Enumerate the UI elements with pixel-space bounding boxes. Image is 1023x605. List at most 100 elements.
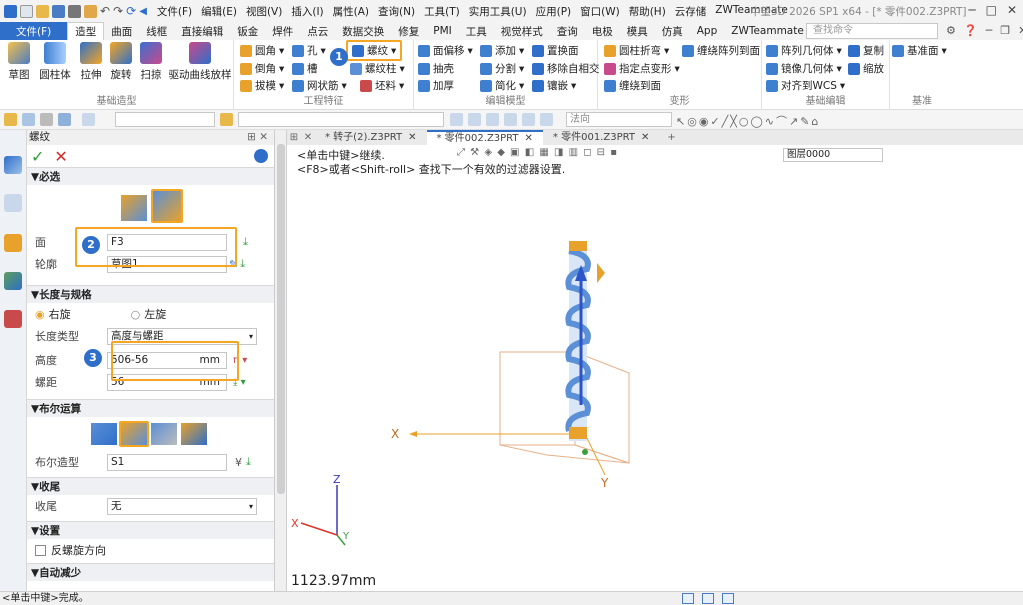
section-auto[interactable]: ▼ 自动减少 xyxy=(27,563,274,581)
assembly-icon[interactable] xyxy=(4,194,22,212)
tab-weldment[interactable]: 焊件 xyxy=(265,22,300,40)
menu-window[interactable]: 窗口(W) xyxy=(580,4,620,19)
tab-sheetmetal[interactable]: 钣金 xyxy=(230,22,265,40)
view-manager-icon[interactable] xyxy=(4,234,22,252)
new-file-icon[interactable] xyxy=(20,4,33,18)
minimize-ribbon-icon[interactable]: ─ xyxy=(986,24,993,37)
tab-surface[interactable]: 曲面 xyxy=(104,22,139,40)
tab-data-exchange[interactable]: 数据交换 xyxy=(335,22,391,40)
menu-attribute[interactable]: 属性(A) xyxy=(333,4,369,19)
status-icon-3[interactable] xyxy=(722,593,734,604)
section-settings[interactable]: ▼ 设置 xyxy=(27,521,274,539)
menu-file[interactable]: 文件(F) xyxy=(157,4,192,19)
redo-icon[interactable]: ↷ xyxy=(113,4,123,18)
scale-button[interactable]: 缩放 xyxy=(848,61,884,76)
tab-app[interactable]: App xyxy=(690,22,725,40)
info-icon[interactable] xyxy=(254,149,268,163)
filter-icon[interactable] xyxy=(220,113,233,126)
menu-tools[interactable]: 工具(T) xyxy=(424,4,460,19)
menu-application[interactable]: 应用(P) xyxy=(536,4,572,19)
boolean-chevron-icon[interactable]: ¥ xyxy=(235,456,242,469)
filter-combo-1[interactable] xyxy=(115,112,215,127)
tab-file[interactable]: 文件(F) xyxy=(0,22,68,40)
boolean-pick-icon[interactable]: ⤓ xyxy=(246,455,251,469)
point-deform-button[interactable]: 指定点变形 ▾ xyxy=(604,61,680,76)
stock-button[interactable]: 坯料 ▾ xyxy=(360,78,404,93)
doc-tab-part001[interactable]: * 零件001.Z3PRT ✕ xyxy=(543,130,659,145)
tab-wireframe[interactable]: 线框 xyxy=(139,22,174,40)
thicken-button[interactable]: 加厚 xyxy=(418,78,454,93)
snap-icon-1[interactable] xyxy=(450,113,463,126)
snap-icon-5[interactable] xyxy=(522,113,535,126)
cylinder-button[interactable]: 圆柱体 xyxy=(36,42,74,82)
sketch-button[interactable]: 草图 xyxy=(4,42,34,82)
snap-icon-3[interactable] xyxy=(486,113,499,126)
tab-pointcloud[interactable]: 点云 xyxy=(300,22,335,40)
end-select[interactable]: 无 ▾ xyxy=(107,497,257,515)
menu-query[interactable]: 查询(N) xyxy=(378,4,415,19)
face-pick-icon[interactable]: ⤓ xyxy=(243,235,248,249)
tab-query[interactable]: 查询 xyxy=(550,22,585,40)
snap-icon-6[interactable] xyxy=(540,113,553,126)
copy-button[interactable]: 复制 xyxy=(848,43,884,58)
slot-button[interactable]: 槽 xyxy=(292,61,318,76)
boolean-remove-icon[interactable] xyxy=(151,423,177,445)
gear-filter-icon[interactable] xyxy=(82,113,95,126)
menu-insert[interactable]: 插入(I) xyxy=(291,4,323,19)
arrow-left-icon[interactable]: ◀ xyxy=(139,6,147,17)
minimize-icon[interactable]: ─ xyxy=(968,3,975,17)
image-icon[interactable] xyxy=(4,272,22,290)
minus-icon[interactable] xyxy=(40,113,53,126)
reverse-checkbox[interactable] xyxy=(35,544,46,556)
doc-tab-close-icon[interactable]: ✕ xyxy=(525,132,533,145)
extrude-button[interactable]: 拉伸 xyxy=(76,42,106,82)
print-icon[interactable] xyxy=(68,4,81,18)
new-tab-icon[interactable]: + xyxy=(659,130,683,145)
menu-utility[interactable]: 实用工具(U) xyxy=(469,4,527,19)
menu-cloud[interactable]: 云存储 xyxy=(675,4,707,19)
cylinder-bend-button[interactable]: 圆柱折弯 ▾ xyxy=(604,43,669,58)
draft-button[interactable]: 拔模 ▾ xyxy=(240,78,284,93)
snap-icon-2[interactable] xyxy=(468,113,481,126)
thread-button[interactable]: 螺纹 ▾ xyxy=(346,40,403,61)
pick-filter-icon[interactable] xyxy=(4,113,17,126)
tab-list-icon[interactable]: ⊞ xyxy=(287,130,301,145)
cancel-icon[interactable]: ✕ xyxy=(54,147,67,166)
tab-close-all-icon[interactable]: ✕ xyxy=(301,130,315,145)
open-file-icon[interactable] xyxy=(36,4,49,18)
boolean-base-icon[interactable] xyxy=(91,423,117,445)
undo-icon[interactable]: ↶ xyxy=(100,4,110,18)
hole-button[interactable]: 孔 ▾ xyxy=(292,43,326,58)
snap-icon-4[interactable] xyxy=(504,113,517,126)
align-wcs-button[interactable]: 对齐到WCS ▾ xyxy=(766,78,845,93)
section-length[interactable]: ▼ 长度与规格 xyxy=(27,285,274,303)
tab-modeling[interactable]: 造型 xyxy=(67,22,105,40)
doc-tab-close-icon[interactable]: ✕ xyxy=(641,130,649,145)
pattern-geometry-button[interactable]: 阵列几何体 ▾ xyxy=(766,43,842,58)
split-button[interactable]: 分割 ▾ xyxy=(480,61,524,76)
profile-pick-icon[interactable]: ⤓ xyxy=(240,257,245,271)
mode-thread-icon[interactable] xyxy=(121,195,147,221)
menu-edit[interactable]: 编辑(E) xyxy=(201,4,237,19)
plus-icon[interactable] xyxy=(22,113,35,126)
revolve-button[interactable]: 旋转 xyxy=(106,42,136,82)
panel-pin-icon[interactable]: ⊞ ✕ xyxy=(247,130,268,145)
restore-icon[interactable]: ❐ xyxy=(1000,24,1010,37)
ok-icon[interactable]: ✓ xyxy=(31,147,44,166)
tab-mold[interactable]: 模具 xyxy=(620,22,655,40)
close-doc-icon[interactable]: ✕ xyxy=(1018,24,1023,37)
status-icon-1[interactable] xyxy=(682,593,694,604)
menu-help[interactable]: 帮助(H) xyxy=(629,4,666,19)
command-search-input[interactable]: 查找命令 xyxy=(806,23,938,39)
help-icon[interactable]: ❓ xyxy=(964,24,978,37)
mirror-geometry-button[interactable]: 镜像几何体 ▾ xyxy=(766,61,842,76)
simplify-button[interactable]: 简化 ▾ xyxy=(480,78,524,93)
doc-tab-part002[interactable]: * 零件002.Z3PRT ✕ xyxy=(426,130,543,145)
refresh-icon[interactable]: ⟳ xyxy=(126,4,136,18)
doc-tab-close-icon[interactable]: ✕ xyxy=(408,130,416,145)
box-select-icon[interactable] xyxy=(58,113,71,126)
chamfer-button[interactable]: 倒角 ▾ xyxy=(240,61,284,76)
tab-simulation[interactable]: 仿真 xyxy=(655,22,690,40)
tab-repair[interactable]: 修复 xyxy=(391,22,426,40)
scrollbar-thumb[interactable] xyxy=(277,144,285,494)
